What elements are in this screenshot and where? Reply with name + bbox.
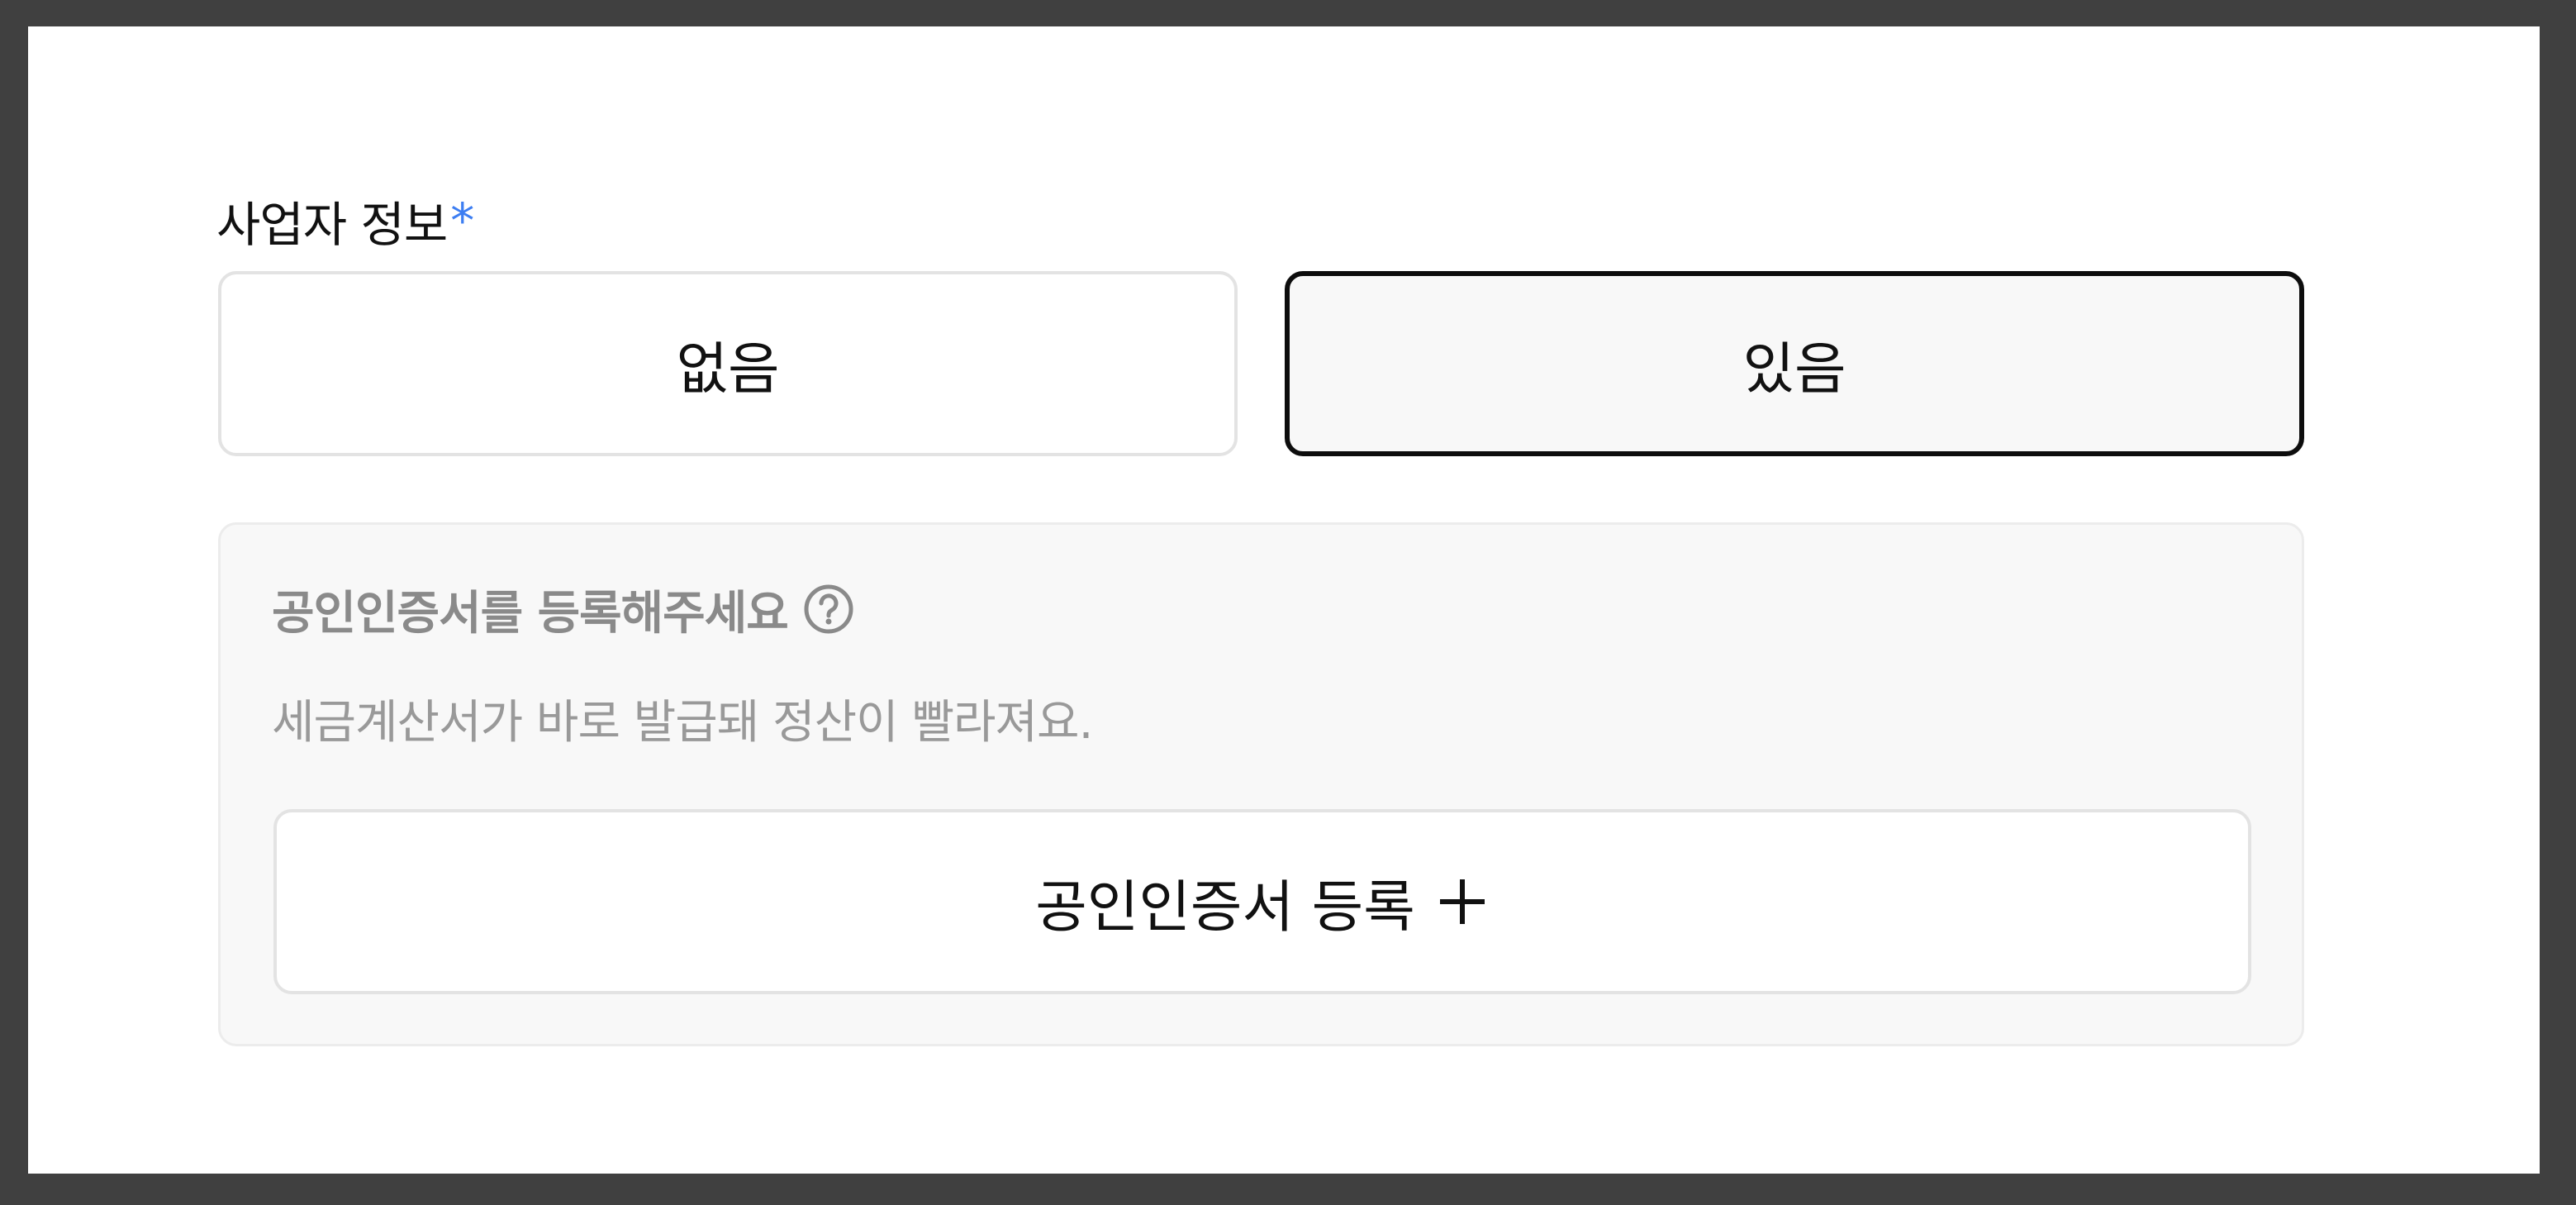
certificate-heading: 공인인증서를 등록해주세요 [272,574,854,644]
option-none-label: 없음 [676,336,780,402]
business-info-title: 사업자 정보 * [216,183,474,258]
question-circle-icon[interactable] [803,583,854,635]
certificate-heading-text: 공인인증서를 등록해주세요 [272,586,789,641]
option-none-button[interactable]: 없음 [218,271,1238,456]
register-certificate-label: 공인인증서 등록 [1035,874,1415,941]
plus-icon [1435,874,1490,929]
certificate-description: 세금계산서가 바로 발급돼 정산이 빨라져요. [272,695,1093,750]
option-yes-button[interactable]: 있음 [1285,271,2304,456]
register-certificate-button[interactable]: 공인인증서 등록 [273,809,2251,994]
business-info-label: 사업자 정보 [216,197,448,253]
required-mark: * [450,193,474,249]
certificate-card: 공인인증서를 등록해주세요 세금계산서가 바로 발급돼 정산이 빨라져요. 공인… [218,522,2304,1046]
business-info-panel: 사업자 정보 * 없음 있음 공인인증서를 등록해주세요 세금계산서가 바로 발급… [28,26,2540,1174]
option-yes-label: 있음 [1742,336,1846,402]
